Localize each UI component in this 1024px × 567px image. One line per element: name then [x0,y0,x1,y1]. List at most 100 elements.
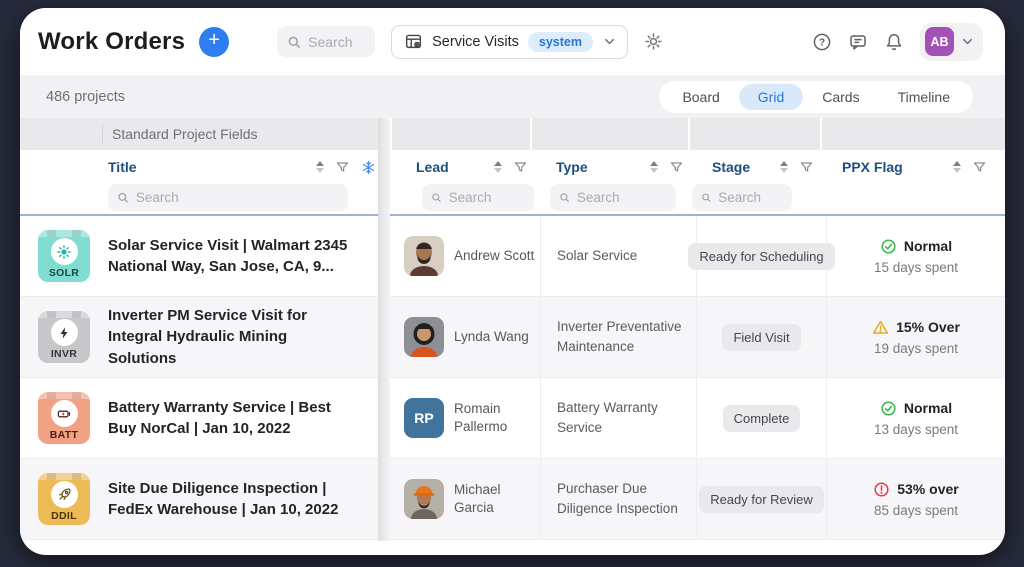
profile-menu[interactable]: AB [920,23,983,61]
tile-code: SOLR [49,267,79,279]
days-spent: 13 days spent [874,422,958,437]
project-tile-solr: SOLR [38,230,90,282]
bolt-icon [51,319,78,346]
avatar [404,236,444,276]
lead-cell[interactable]: Michael Garcia [390,459,540,539]
status-normal-icon [880,238,897,255]
type-search[interactable] [550,184,676,211]
stage-search[interactable] [692,184,792,211]
table-row[interactable]: SOLR Solar Service Visit | Walmart 2345 … [20,216,1005,297]
global-search[interactable] [277,26,375,57]
flag-status: Normal [904,238,952,254]
top-bar: Work Orders + Service Visits system [20,8,1005,75]
type-cell: Solar Service [540,216,696,296]
project-tile-ddil: DDIL [38,473,90,525]
column-header-title: Title [20,159,390,175]
table-row[interactable]: BATT Battery Warranty Service | Best Buy… [20,378,1005,459]
sort-icon[interactable] [650,161,658,173]
avatar[interactable]: AB [925,27,954,56]
avatar-initials: RP [404,398,444,438]
type-cell: Inverter Preventative Maintenance [540,297,696,377]
tile-code: BATT [50,429,78,441]
project-title[interactable]: Inverter PM Service Visit for Integral H… [108,297,378,377]
type-cell: Battery Warranty Service [540,378,696,458]
column-header-type: Type [540,159,696,175]
projects-grid: Standard Project Fields Title [20,118,1005,540]
stage-cell: Complete [696,378,826,458]
stage-badge: Ready for Scheduling [688,243,834,270]
notifications-bell-icon[interactable] [884,32,904,52]
search-icon [287,35,301,49]
battery-icon [51,400,78,427]
table-row[interactable]: INVR Inverter PM Service Visit for Integ… [20,297,1005,378]
status-normal-icon [880,400,897,417]
tile-code: DDIL [51,510,77,522]
tab-timeline[interactable]: Timeline [879,84,969,110]
sort-icon[interactable] [780,161,788,173]
tab-board[interactable]: Board [663,84,738,110]
chevron-down-icon[interactable] [960,34,975,49]
column-header-ppx-flag: PPX Flag [826,159,1005,175]
rocket-icon [51,481,78,508]
stage-search-input[interactable] [718,190,783,205]
tab-cards[interactable]: Cards [803,84,878,110]
days-spent: 15 days spent [874,260,958,275]
sort-icon[interactable] [316,161,324,173]
lead-search-input[interactable] [449,190,525,205]
filter-icon[interactable] [972,160,987,175]
view-switcher: Board Grid Cards Timeline [659,81,973,113]
app-window: Work Orders + Service Visits system [20,8,1005,555]
topbar-right-cluster: ? AB [812,23,983,61]
frozen-column-divider[interactable] [378,118,390,541]
stage-badge: Ready for Review [699,486,824,513]
status-warning-icon [872,319,889,336]
page-title: Work Orders [38,28,185,56]
days-spent: 85 days spent [874,503,958,518]
table-row[interactable]: DDIL Site Due Diligence Inspection | Fed… [20,459,1005,540]
chevron-down-icon[interactable] [602,34,617,49]
add-project-button[interactable]: + [199,27,229,57]
project-title[interactable]: Site Due Diligence Inspection | FedEx Wa… [108,459,378,539]
search-input[interactable] [308,34,368,50]
toolbar: 486 projects Board Grid Cards Timeline [20,75,1005,118]
stage-cell: Field Visit [696,297,826,377]
ppx-flag-cell: 53% over 85 days spent [826,459,1005,539]
filter-icon[interactable] [799,160,814,175]
saved-view-selector[interactable]: Service Visits system [391,25,628,59]
days-spent: 19 days spent [874,341,958,356]
title-search[interactable] [108,184,348,211]
lead-name: Romain Pallermo [454,400,540,436]
lead-search[interactable] [422,184,534,211]
tab-grid[interactable]: Grid [739,84,803,110]
stage-badge: Field Visit [722,324,800,351]
filter-icon[interactable] [669,160,684,175]
column-search-row [20,184,1005,216]
lead-cell[interactable]: Lynda Wang [390,297,540,377]
view-settings-gear-icon[interactable] [644,32,663,51]
table-settings-icon [404,32,423,51]
project-title[interactable]: Battery Warranty Service | Best Buy NorC… [108,378,378,458]
ppx-flag-cell: Normal 13 days spent [826,378,1005,458]
filter-icon[interactable] [335,160,350,175]
lead-cell[interactable]: Andrew Scott [390,216,540,296]
type-search-input[interactable] [577,190,667,205]
column-group-row: Standard Project Fields [20,118,1005,150]
freeze-column-icon[interactable] [361,160,376,175]
avatar [404,317,444,357]
flag-status: Normal [904,400,952,416]
filter-icon[interactable] [513,160,528,175]
table-body: SOLR Solar Service Visit | Walmart 2345 … [20,216,1005,540]
group-header-label: Standard Project Fields [102,125,258,143]
flag-status: 15% Over [896,319,960,335]
lead-name: Michael Garcia [454,481,540,517]
lead-cell[interactable]: RP Romain Pallermo [390,378,540,458]
tile-code: INVR [51,348,77,360]
help-icon[interactable]: ? [812,32,832,52]
messages-icon[interactable] [848,32,868,52]
system-badge: system [528,32,593,52]
sort-icon[interactable] [494,161,502,173]
project-title[interactable]: Solar Service Visit | Walmart 2345 Natio… [108,216,378,296]
sort-icon[interactable] [953,161,961,173]
title-search-input[interactable] [136,190,339,205]
avatar [404,479,444,519]
